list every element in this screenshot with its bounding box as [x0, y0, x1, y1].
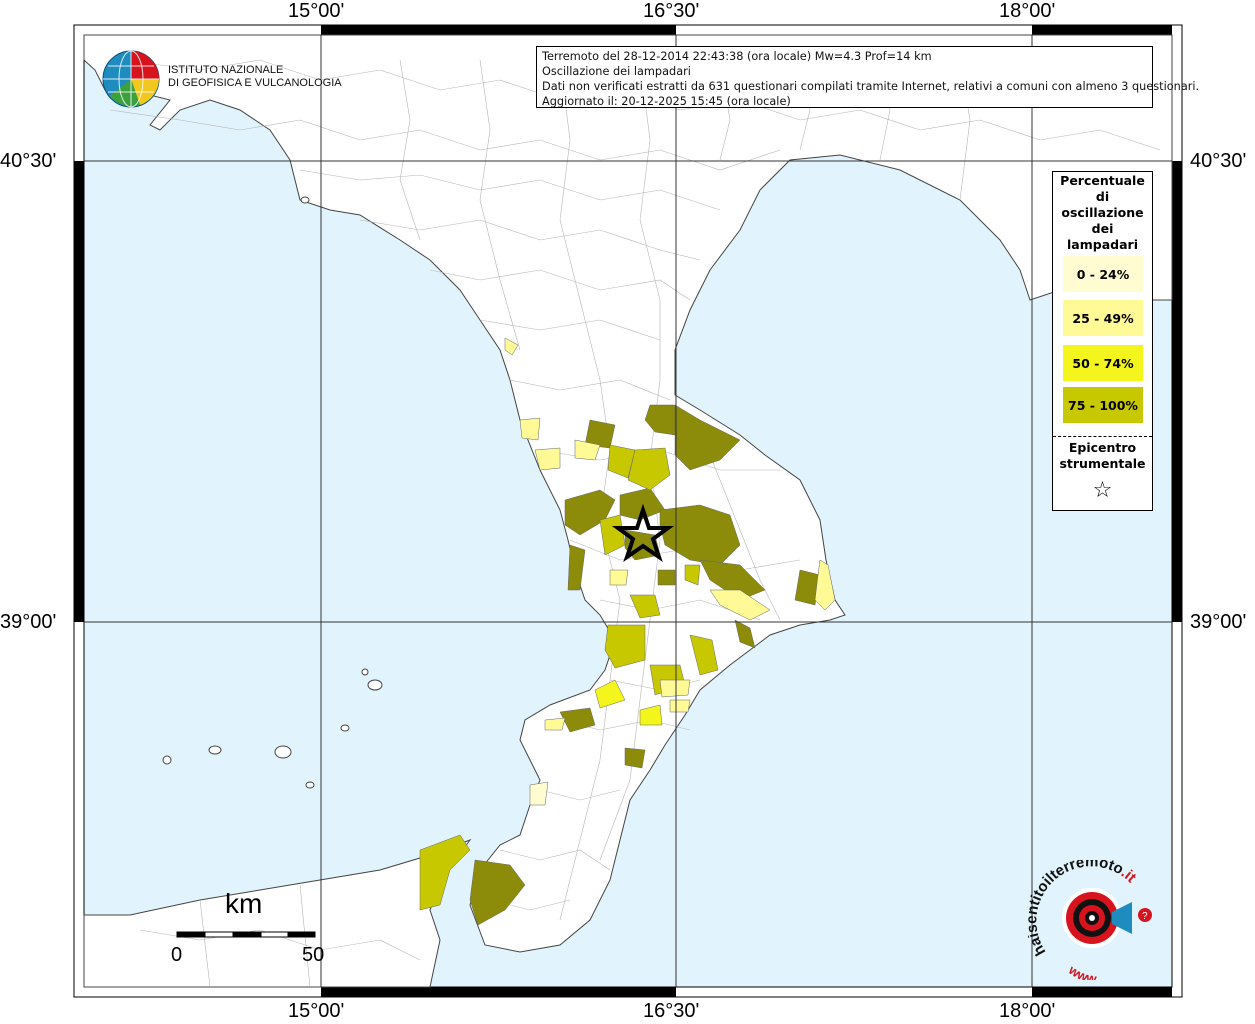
legend: Percentuale di oscillazione dei lampadar…	[1052, 171, 1153, 511]
ingv-name: ISTITUTO NAZIONALE DI GEOFISICA E VULCAN…	[168, 64, 342, 90]
lat-label-right-1: 40°30'	[1190, 150, 1247, 172]
legend-item-0-24: 0 - 24%	[1063, 256, 1143, 292]
legend-item-25-49: 25 - 49%	[1063, 300, 1143, 336]
scale-end: 50	[302, 944, 325, 966]
watermark-www-text: www.	[1065, 962, 1099, 980]
lon-label-bottom-3: 18°00'	[999, 1000, 1056, 1022]
legend-title-line: Percentuale	[1060, 173, 1145, 188]
legend-epicenter-label: Epicentro strumentale	[1053, 440, 1152, 472]
legend-title: Percentuale di oscillazione dei lampadar…	[1053, 173, 1152, 253]
lon-label-bottom-2: 16°30'	[643, 1000, 700, 1022]
event-title: Terremoto del 28-12-2014 22:43:38 (ora l…	[542, 50, 932, 63]
event-info-box: Terremoto del 28-12-2014 22:43:38 (ora l…	[536, 46, 1200, 108]
lon-label-top-3: 18°00'	[999, 0, 1056, 22]
legend-title-line: lampadari	[1067, 237, 1138, 252]
map-subject: Oscillazione dei lampadari	[542, 65, 691, 78]
legend-divider	[1053, 436, 1152, 437]
update-time: Aggiornato il: 20-12-2025 15:45 (ora loc…	[542, 95, 791, 108]
legend-item-50-74: 50 - 74%	[1063, 345, 1143, 381]
ingv-name-line2: DI GEOFISICA E VULCANOLOGIA	[168, 77, 342, 89]
lat-label-left-1: 40°30'	[0, 150, 57, 172]
haisentito-logo: ? haisentitoilterremoto.it www.	[1028, 860, 1152, 980]
star-icon: ☆	[1092, 478, 1113, 503]
scale-start: 0	[171, 944, 183, 966]
legend-epicenter-line: Epicentro	[1068, 440, 1137, 455]
globe-icon	[102, 50, 160, 108]
lon-label-top-1: 15°00'	[288, 0, 345, 22]
lon-label-top-2: 16°30'	[643, 0, 700, 22]
data-note: Dati non verificati estratti da 631 ques…	[542, 80, 1200, 93]
legend-title-line: di	[1095, 189, 1110, 204]
legend-title-line: dei	[1091, 221, 1114, 236]
legend-epicenter-line: strumentale	[1059, 456, 1146, 471]
lat-label-left-2: 39°00'	[0, 611, 57, 633]
legend-title-line: oscillazione	[1061, 205, 1144, 220]
ingv-name-line1: ISTITUTO NAZIONALE	[168, 64, 284, 76]
legend-item-75-100: 75 - 100%	[1063, 387, 1143, 423]
lat-label-right-2: 39°00'	[1190, 611, 1247, 633]
scale-unit: km	[225, 888, 263, 919]
svg-text:?: ?	[1142, 911, 1148, 922]
lon-label-bottom-1: 15°00'	[288, 1000, 345, 1022]
scale-bar	[176, 931, 316, 938]
